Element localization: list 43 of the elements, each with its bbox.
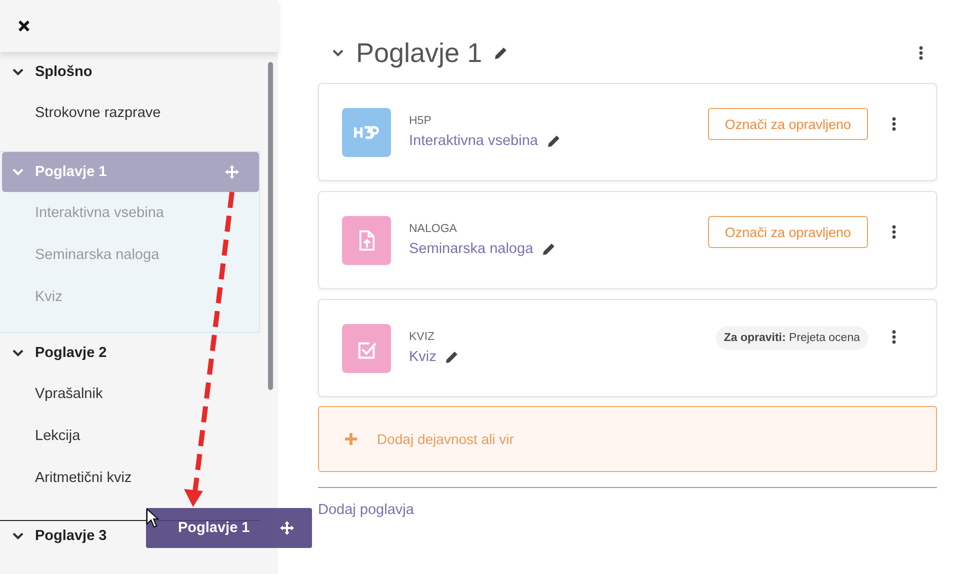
chevron-down-icon[interactable] <box>12 532 24 540</box>
activity-link[interactable]: Kviz <box>409 349 436 365</box>
sidebar-item[interactable]: Aritmetični kviz <box>35 470 132 486</box>
sidebar-item[interactable]: Strokovne razprave <box>35 105 161 121</box>
activity-type: KVIZ <box>409 331 436 343</box>
chevron-down-icon[interactable] <box>332 49 344 57</box>
pencil-icon[interactable] <box>494 46 508 60</box>
h5p-logo-icon <box>354 126 379 138</box>
file-upload-icon <box>359 230 375 250</box>
activity-link[interactable]: Interaktivna vsebina <box>409 133 538 149</box>
mark-done-button[interactable]: Označi za opravljeno <box>708 108 868 140</box>
checkbox-icon <box>358 342 377 358</box>
section-title[interactable]: Poglavje 3 <box>35 528 107 544</box>
mark-done-button[interactable]: Označi za opravljeno <box>708 216 868 248</box>
cursor-icon <box>146 508 160 528</box>
drag-ghost[interactable]: Poglavje 1 <box>146 508 312 548</box>
activity-link[interactable]: Seminarska naloga <box>409 241 534 257</box>
sidebar-item[interactable]: Kviz <box>35 289 62 305</box>
kebab-menu-icon[interactable] <box>892 117 896 131</box>
kebab-menu-icon[interactable] <box>892 225 896 239</box>
close-button[interactable] <box>16 18 32 34</box>
chevron-down-icon[interactable] <box>12 68 24 76</box>
section-title[interactable]: Poglavje 2 <box>35 345 107 361</box>
kebab-menu-icon[interactable] <box>919 46 923 60</box>
pencil-icon[interactable] <box>546 134 561 148</box>
move-icon[interactable] <box>280 521 294 535</box>
section-title[interactable]: Poglavje 1 <box>35 164 107 180</box>
plus-icon <box>345 433 357 445</box>
sidebar-item[interactable]: Interaktivna vsebina <box>35 205 164 221</box>
sidebar-item[interactable]: Vprašalnik <box>35 386 103 402</box>
pencil-icon[interactable] <box>542 242 556 256</box>
chevron-down-icon[interactable] <box>12 349 24 357</box>
activity-type: NALOGA <box>409 223 458 235</box>
section-title[interactable]: Splošno <box>35 64 92 80</box>
scrollbar[interactable] <box>268 62 273 390</box>
pencil-icon[interactable] <box>445 350 460 364</box>
kebab-menu-icon[interactable] <box>892 330 896 344</box>
sidebar-item[interactable]: Lekcija <box>35 428 80 444</box>
completion-condition: Za opraviti: Prejeta ocena <box>716 326 868 350</box>
activity-type: H5P <box>409 115 432 127</box>
sidebar-item[interactable]: Seminarska naloga <box>35 247 160 263</box>
section-title: Poglavje 1 <box>356 38 482 68</box>
add-section-link[interactable]: Dodaj poglavja <box>318 502 414 518</box>
